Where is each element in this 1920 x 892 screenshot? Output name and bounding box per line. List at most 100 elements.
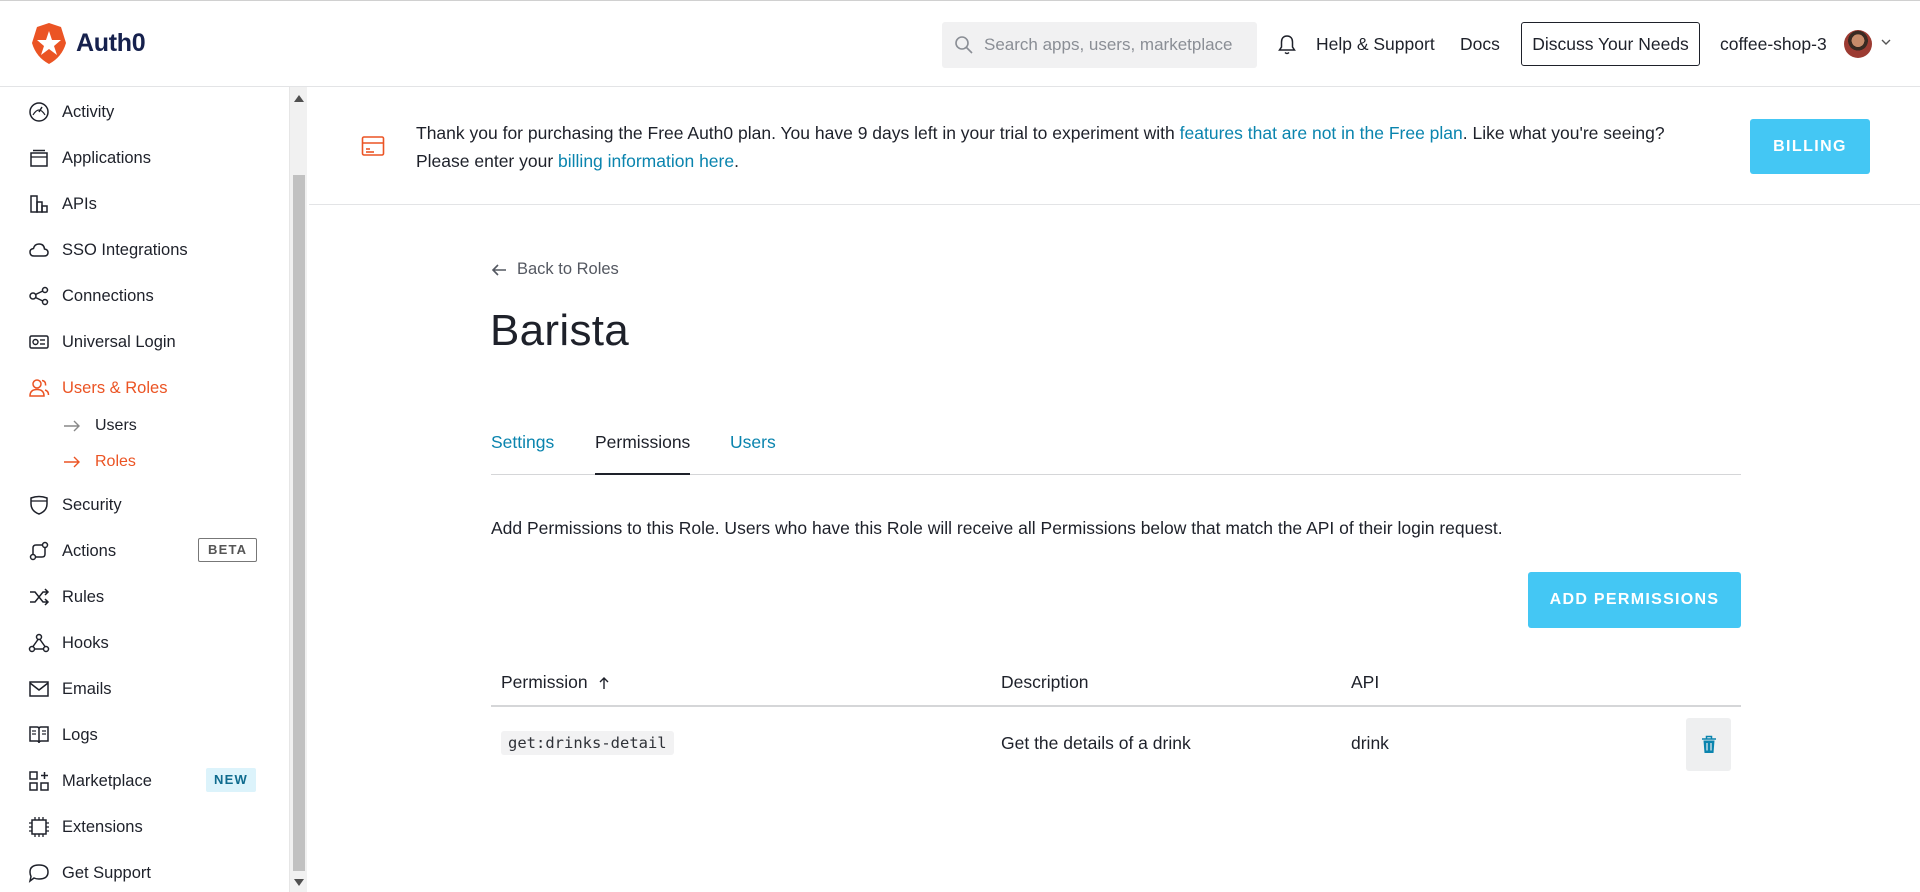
credit-card-icon bbox=[361, 136, 385, 156]
search-input[interactable] bbox=[984, 35, 1244, 55]
sidebar-item-apis[interactable]: APIs bbox=[28, 190, 97, 218]
banner-text: Thank you for purchasing the Free Auth0 … bbox=[416, 123, 1180, 143]
scroll-down-arrow-icon[interactable] bbox=[294, 879, 304, 886]
sidebar-item-activity[interactable]: Activity bbox=[28, 98, 114, 126]
sidebar-item-universal-login[interactable]: Universal Login bbox=[28, 328, 176, 356]
chevron-down-icon[interactable] bbox=[1880, 37, 1892, 47]
applications-icon bbox=[30, 149, 48, 167]
sidebar-item-applications[interactable]: Applications bbox=[28, 144, 151, 172]
top-bar: Auth0 Help & Support Docs Discuss Your N… bbox=[0, 0, 1920, 87]
arrow-left-icon bbox=[491, 263, 506, 276]
sort-ascending-icon bbox=[599, 676, 609, 689]
sidebar-item-actions[interactable]: Actions bbox=[28, 537, 116, 565]
avatar[interactable] bbox=[1844, 30, 1872, 58]
tab-users[interactable]: Users bbox=[730, 432, 776, 453]
sidebar-item-label: APIs bbox=[62, 194, 97, 213]
delete-permission-button[interactable] bbox=[1686, 718, 1731, 771]
scroll-up-arrow-icon[interactable] bbox=[294, 95, 304, 102]
sidebar-item-label: Extensions bbox=[62, 817, 143, 836]
sidebar-item-get-support[interactable]: Get Support bbox=[28, 859, 151, 887]
shield-icon bbox=[30, 495, 48, 515]
tab-settings[interactable]: Settings bbox=[491, 432, 554, 453]
login-icon bbox=[29, 335, 49, 349]
column-header-permission[interactable]: Permission bbox=[501, 672, 610, 693]
envelope-icon bbox=[29, 681, 49, 697]
column-header-description: Description bbox=[1001, 672, 1089, 692]
bell-icon[interactable] bbox=[1277, 34, 1297, 56]
sidebar-item-label: Security bbox=[62, 495, 122, 514]
cloud-icon bbox=[29, 243, 49, 257]
sidebar: Activity Applications APIs SSO Integrati… bbox=[0, 87, 290, 892]
sidebar-subitem-label: Users bbox=[95, 417, 137, 434]
trial-banner: Thank you for purchasing the Free Auth0 … bbox=[309, 87, 1920, 205]
sidebar-item-label: Hooks bbox=[62, 633, 109, 652]
trash-icon bbox=[1701, 735, 1716, 753]
search-box[interactable] bbox=[942, 22, 1257, 68]
sidebar-item-label: Emails bbox=[62, 679, 112, 698]
banner-text: . bbox=[734, 151, 739, 171]
sidebar-item-connections[interactable]: Connections bbox=[28, 282, 154, 310]
auth0-shield-icon bbox=[32, 23, 66, 64]
column-header-label: Permission bbox=[501, 672, 588, 692]
sidebar-subitem-users[interactable]: Users bbox=[63, 417, 137, 435]
sidebar-item-label: Universal Login bbox=[62, 332, 176, 351]
scroll-thumb[interactable] bbox=[293, 175, 305, 871]
sidebar-item-label: Actions bbox=[62, 541, 117, 560]
billing-info-link[interactable]: billing information here bbox=[558, 151, 734, 171]
sidebar-item-label: Applications bbox=[62, 148, 151, 167]
activity-icon bbox=[29, 102, 49, 122]
sidebar-item-extensions[interactable]: Extensions bbox=[28, 813, 143, 841]
permission-description: Get the details of a drink bbox=[1001, 733, 1191, 753]
sidebar-item-emails[interactable]: Emails bbox=[28, 675, 112, 703]
brand-name: Auth0 bbox=[76, 28, 146, 57]
arrow-right-icon bbox=[64, 420, 80, 432]
table-row: get:drinks-detail Get the details of a d… bbox=[491, 707, 1741, 782]
sidebar-scrollbar[interactable] bbox=[289, 87, 307, 892]
arrow-right-icon bbox=[64, 456, 80, 468]
add-permissions-button[interactable]: ADD PERMISSIONS bbox=[1528, 572, 1741, 628]
sidebar-item-users-roles[interactable]: Users & Roles bbox=[28, 374, 167, 402]
sidebar-subitem-roles[interactable]: Roles bbox=[63, 453, 136, 471]
active-tab-indicator bbox=[595, 473, 690, 475]
tenant-name[interactable]: coffee-shop-3 bbox=[1720, 34, 1827, 55]
sidebar-item-security[interactable]: Security bbox=[28, 491, 122, 519]
permission-name: get:drinks-detail bbox=[501, 731, 674, 755]
free-plan-features-link[interactable]: features that are not in the Free plan bbox=[1180, 123, 1463, 143]
back-link-label: Back to Roles bbox=[517, 260, 619, 278]
help-support-link[interactable]: Help & Support bbox=[1316, 34, 1435, 55]
permissions-description: Add Permissions to this Role. Users who … bbox=[491, 518, 1503, 538]
chat-bubble-icon bbox=[28, 864, 49, 883]
sidebar-item-label: Connections bbox=[62, 286, 154, 305]
sidebar-item-rules[interactable]: Rules bbox=[28, 583, 104, 611]
permissions-table: Permission Description API get:drinks-de… bbox=[491, 660, 1741, 782]
actions-icon bbox=[29, 541, 49, 561]
grid-plus-icon bbox=[29, 771, 49, 791]
back-to-roles-link[interactable]: Back to Roles bbox=[491, 260, 619, 279]
book-icon bbox=[29, 726, 49, 744]
tab-permissions[interactable]: Permissions bbox=[595, 432, 690, 453]
table-header: Permission Description API bbox=[491, 660, 1741, 707]
permission-api: drink bbox=[1351, 733, 1389, 753]
discuss-needs-button[interactable]: Discuss Your Needs bbox=[1521, 22, 1700, 66]
sidebar-item-label: SSO Integrations bbox=[62, 240, 188, 259]
sidebar-item-logs[interactable]: Logs bbox=[28, 721, 98, 749]
auth0-logo[interactable]: Auth0 bbox=[28, 21, 146, 65]
banner-text: . Like what you're seeing? bbox=[1462, 123, 1665, 143]
hooks-icon bbox=[28, 633, 50, 653]
apis-icon bbox=[30, 195, 48, 213]
new-badge: NEW bbox=[206, 768, 256, 792]
sidebar-subitem-label: Roles bbox=[95, 453, 136, 470]
banner-text: Please enter your bbox=[416, 151, 559, 171]
billing-button[interactable]: BILLING bbox=[1750, 119, 1870, 174]
banner-message: Thank you for purchasing the Free Auth0 … bbox=[416, 119, 1920, 175]
docs-link[interactable]: Docs bbox=[1460, 34, 1500, 55]
sidebar-item-marketplace[interactable]: Marketplace bbox=[28, 767, 152, 795]
sidebar-item-label: Get Support bbox=[62, 863, 151, 882]
sidebar-item-label: Activity bbox=[62, 102, 115, 121]
sidebar-item-hooks[interactable]: Hooks bbox=[28, 629, 109, 657]
sidebar-item-label: Rules bbox=[62, 587, 105, 606]
sidebar-item-label: Marketplace bbox=[62, 771, 152, 790]
sidebar-item-sso-integrations[interactable]: SSO Integrations bbox=[28, 236, 188, 264]
users-icon bbox=[29, 379, 50, 397]
sidebar-item-label: Users & Roles bbox=[62, 378, 168, 397]
